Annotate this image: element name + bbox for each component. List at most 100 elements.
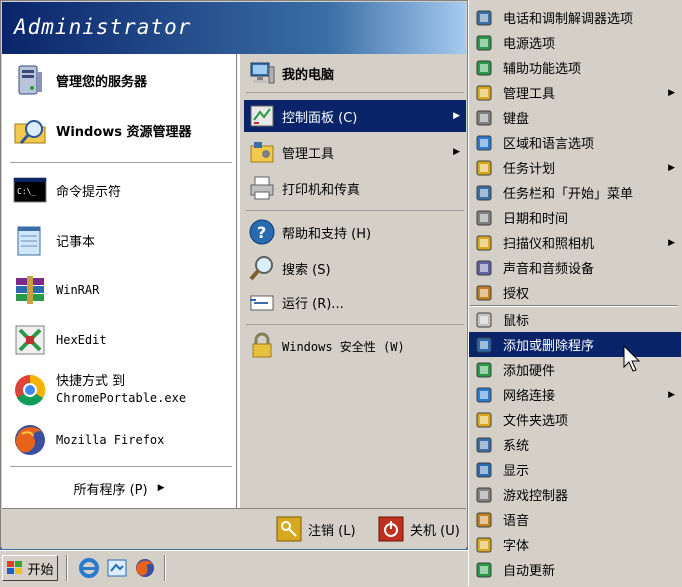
start-label: 开始 [27,562,54,578]
submenu-item[interactable]: 电源选项 [469,30,681,55]
explorer-icon [12,112,48,148]
submenu-item[interactable]: 语音 [469,507,681,532]
recent-item-chrome-portable[interactable]: 快捷方式 到 ChromePortable.exe [12,370,232,410]
control-panel-arrow-icon: ▶ [453,111,460,121]
phone-modem-icon [475,9,493,27]
right-item-search[interactable]: 搜索 (S) [248,252,466,284]
recent-item-label: WinRAR [56,283,100,297]
taskbar-separator [66,555,68,581]
svg-text:?: ? [257,223,266,242]
winrar-icon [12,272,48,308]
recent-item-command-prompt[interactable]: C:\_ 命令提示符 [12,170,232,210]
submenu-item[interactable]: 文件夹选项 [469,407,681,432]
network-icon [475,386,493,404]
recent-item-firefox[interactable]: Mozilla Firefox [12,420,232,460]
quicklaunch-firefox-icon[interactable] [134,557,156,579]
right-item-label: 搜索 (S) [282,262,331,278]
submenu-item-label: 键盘 [503,112,530,127]
right-item-run[interactable]: 运行 (R)... [248,286,466,318]
admin-tools-arrow-icon: ▶ [453,147,460,157]
quicklaunch-desktop-icon[interactable] [106,557,128,579]
run-icon [248,288,276,316]
right-separator [246,324,464,325]
submenu-item[interactable]: 管理工具 ▶ [469,80,681,105]
all-programs-arrow-icon: ▶ [157,483,165,493]
recent-item-label: 快捷方式 到 [56,374,126,389]
submenu-item[interactable]: 网络连接 ▶ [469,382,681,407]
chrome-icon [12,372,48,408]
submenu-item[interactable]: 添加或删除程序 [469,332,681,357]
submenu-item-label: 鼠标 [503,314,530,329]
submenu-item-label: 电话和调制解调器选项 [503,12,634,27]
right-item-control-panel[interactable]: 控制面板 (C) ▶ [244,100,466,132]
shutdown-label: 关机 (U) [410,523,460,539]
keyboard-icon [475,109,493,127]
submenu-item-label: 网络连接 [503,389,556,404]
submenu-item[interactable]: 显示 [469,457,681,482]
recent-item-hexedit[interactable]: HexEdit [12,320,232,360]
command-prompt-icon: C:\_ [12,172,48,208]
submenu-item[interactable]: 任务栏和「开始」菜单 [469,180,681,205]
submenu-item-label: 添加硬件 [503,364,556,379]
admin-tools-icon [248,138,276,166]
submenu-item[interactable]: 扫描仪和照相机 ▶ [469,230,681,255]
license-icon [475,284,493,302]
recent-item-label: 命令提示符 [56,184,122,200]
recent-item-label: HexEdit [56,333,107,347]
submenu-item[interactable]: 字体 [469,532,681,557]
right-item-printers[interactable]: 打印机和传真 [248,172,466,204]
recent-item-notepad[interactable]: 记事本 [12,220,232,260]
security-icon [248,332,276,360]
all-programs-button[interactable]: 所有程序 (P) ▶ [2,468,236,508]
folder-options-icon [475,411,493,429]
submenu-arrow-icon: ▶ [668,389,675,400]
right-item-label: 管理工具 [282,146,335,162]
quicklaunch-ie-icon[interactable] [78,557,100,579]
power-icon [475,34,493,52]
taskbar-separator [164,555,166,581]
fonts-icon [475,536,493,554]
submenu-item[interactable]: 日期和时间 [469,205,681,230]
logoff-button[interactable]: 注销 (L) [276,516,356,542]
submenu-item[interactable]: 键盘 [469,105,681,130]
start-button[interactable]: 开始 [2,555,58,581]
submenu-item[interactable]: 游戏控制器 [469,482,681,507]
submenu-item[interactable]: 鼠标 [469,307,681,332]
right-item-label: 我的电脑 [282,67,335,83]
display-icon [475,461,493,479]
submenu-item-label: 授权 [503,287,530,302]
submenu-item[interactable]: 授权 [469,280,681,305]
submenu-item-label: 辅助功能选项 [503,62,582,77]
start-menu-footer: 注销 (L) 关机 (U) [2,508,466,549]
right-item-admin-tools[interactable]: 管理工具 ▶ [248,136,466,168]
add-remove-programs-icon [475,336,493,354]
submenu-item[interactable]: 任务计划 ▶ [469,155,681,180]
right-item-help[interactable]: ? 帮助和支持 (H) [248,216,466,248]
shutdown-button[interactable]: 关机 (U) [378,516,460,542]
submenu-item-label: 系统 [503,439,530,454]
printer-icon [248,174,276,202]
recent-item-winrar[interactable]: WinRAR [12,270,232,310]
notepad-icon [12,222,48,258]
submenu-item[interactable]: 自动更新 [469,557,681,582]
right-item-windows-security[interactable]: Windows 安全性 (W) [248,330,466,362]
submenu-item[interactable]: 系统 [469,432,681,457]
right-item-label: 帮助和支持 (H) [282,226,372,242]
submenu-item-label: 自动更新 [503,564,556,579]
submenu-item[interactable]: 添加硬件 [469,357,681,382]
pinned-item-manage-server[interactable]: 管理您的服务器 [12,60,232,100]
right-item-label: 控制面板 (C) [282,110,358,126]
firefox-icon [12,422,48,458]
submenu-item-label: 添加或删除程序 [503,339,595,354]
submenu-item[interactable]: 电话和调制解调器选项 [469,5,681,30]
right-item-my-computer[interactable]: 我的电脑 [248,56,466,90]
help-icon: ? [248,218,276,246]
pinned-item-windows-explorer[interactable]: Windows 资源管理器 [12,110,232,150]
accessibility-icon [475,59,493,77]
submenu-item[interactable]: 区域和语言选项 [469,130,681,155]
key-icon [276,516,302,542]
clock-icon [475,209,493,227]
submenu-item[interactable]: 声音和音频设备 [469,255,681,280]
submenu-item[interactable]: 辅助功能选项 [469,55,681,80]
mouse-icon [475,311,493,329]
